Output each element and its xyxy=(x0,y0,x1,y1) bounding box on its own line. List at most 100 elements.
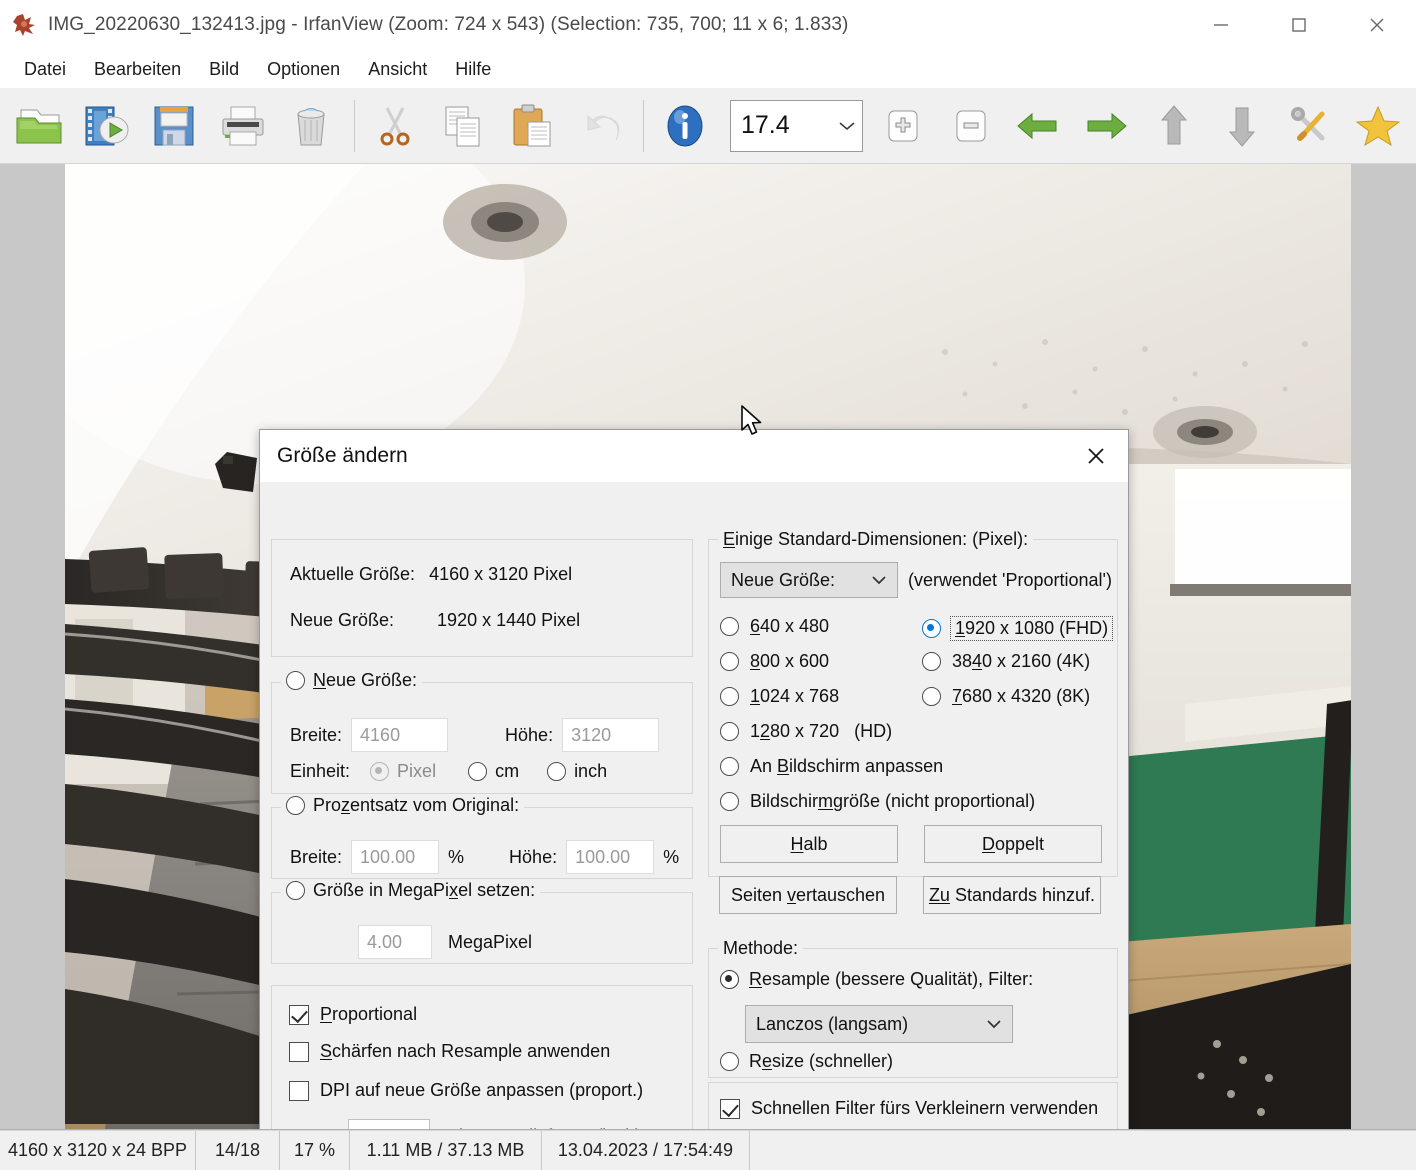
option-1280x720[interactable]: 1280 x 720 (HD) xyxy=(720,721,892,742)
menu-hilfe[interactable]: Hilfe xyxy=(441,55,505,84)
megapixel-input[interactable]: 4.00 xyxy=(358,925,432,959)
zoom-value: 17.4 xyxy=(741,111,790,139)
zoom-out-icon[interactable] xyxy=(937,94,1005,158)
zoom-combo[interactable]: 17.4 xyxy=(730,99,863,152)
chevron-down-icon[interactable] xyxy=(871,575,887,585)
print-icon[interactable] xyxy=(210,94,278,158)
menu-optionen[interactable]: Optionen xyxy=(253,55,354,84)
width-input[interactable]: 4160 xyxy=(351,718,449,752)
chevron-down-icon[interactable] xyxy=(832,120,862,132)
menu-ansicht[interactable]: Ansicht xyxy=(354,55,441,84)
radio-640x480[interactable] xyxy=(720,617,739,636)
proportional-checkbox[interactable] xyxy=(289,1004,309,1025)
option-800x600[interactable]: 800 x 600 xyxy=(720,651,829,672)
image-canvas[interactable]: Größe ändern Aktuelle Größe: 4160 x 3120… xyxy=(0,164,1416,1130)
status-datetime: 13.04.2023 / 17:54:49 xyxy=(542,1131,750,1170)
add-to-standards-button[interactable]: Zu Standards hinzuf. xyxy=(923,876,1101,914)
radio-resize[interactable] xyxy=(720,1052,739,1071)
radio-3840x2160[interactable] xyxy=(922,652,941,671)
megapixel-radio-row[interactable]: Größe in MegaPixel setzen: xyxy=(281,880,541,901)
radio-800x600[interactable] xyxy=(720,652,739,671)
cut-icon[interactable] xyxy=(363,94,431,158)
new-size-value: 1920 x 1440 Pixel xyxy=(437,610,581,630)
standard-dimensions-group: Einige Standard-Dimensionen: (Pixel): Ne… xyxy=(708,529,1118,877)
radio-fit-screen[interactable] xyxy=(720,757,739,776)
filter-combo[interactable]: Lanczos (langsam) xyxy=(745,1005,1013,1043)
option-1920x1080[interactable]: 1920 x 1080 (FHD) xyxy=(922,616,1114,641)
percent-width-label: Breite: xyxy=(290,846,343,867)
favorites-icon[interactable] xyxy=(1345,94,1413,158)
double-button[interactable]: Doppelt xyxy=(924,825,1102,863)
chevron-down-icon[interactable] xyxy=(986,1019,1002,1029)
swap-sides-button[interactable]: Seiten vertauschen xyxy=(719,876,897,914)
option-1024x768[interactable]: 1024 x 768 xyxy=(720,686,839,707)
sharpen-checkbox[interactable] xyxy=(289,1041,309,1062)
percent-width-unit: % xyxy=(448,846,465,867)
zoom-in-icon[interactable] xyxy=(869,94,937,158)
new-size-group: Neue Größe: Breite: 4160 Höhe: 3120 Einh… xyxy=(271,670,693,794)
standard-dimensions-combo[interactable]: Neue Größe: xyxy=(720,562,898,598)
copy-icon[interactable] xyxy=(431,94,499,158)
percent-width-input[interactable]: 100.00 xyxy=(351,840,440,874)
option-resample[interactable]: Resample (bessere Qualität), Filter: xyxy=(720,969,1033,990)
option-resize[interactable]: Resize (schneller) xyxy=(720,1051,893,1072)
label-screen-size: Bildschirmgröße (nicht proportional) xyxy=(750,791,1036,811)
new-size-radio-row[interactable]: Neue Größe: xyxy=(281,670,423,691)
new-size-group-label: Neue Größe: xyxy=(313,670,418,690)
half-button-label: Halb xyxy=(790,833,828,854)
save-icon[interactable] xyxy=(142,94,210,158)
radio-1280x720[interactable] xyxy=(720,722,739,741)
megapixel-radio[interactable] xyxy=(286,881,305,900)
open-folder-icon[interactable] xyxy=(6,94,74,158)
radio-resample[interactable] xyxy=(720,970,739,989)
percent-radio-row[interactable]: Prozentsatz vom Original: xyxy=(281,795,525,816)
next-icon[interactable] xyxy=(1073,94,1141,158)
radio-1024x768[interactable] xyxy=(720,687,739,706)
minimize-button[interactable] xyxy=(1182,0,1260,50)
undo-icon xyxy=(567,94,635,158)
dpi-input[interactable]: 72 xyxy=(348,1119,431,1129)
height-input[interactable]: 3120 xyxy=(562,718,660,752)
option-fit-screen[interactable]: An Bildschirm anpassen xyxy=(720,756,943,777)
new-size-radio[interactable] xyxy=(286,671,305,690)
percent-height-input[interactable]: 100.00 xyxy=(566,840,655,874)
menu-bild[interactable]: Bild xyxy=(195,55,253,84)
menu-datei[interactable]: Datei xyxy=(10,55,80,84)
dpi-adjust-checkbox[interactable] xyxy=(289,1080,309,1101)
previous-icon[interactable] xyxy=(1005,94,1073,158)
menu-bar: Datei Bearbeiten Bild Optionen Ansicht H… xyxy=(0,50,1416,88)
unit-pixel-radio[interactable] xyxy=(370,762,390,781)
radio-screen-size[interactable] xyxy=(720,792,739,811)
fast-filter-checkbox[interactable] xyxy=(720,1098,740,1119)
slideshow-icon[interactable] xyxy=(74,94,142,158)
percent-radio[interactable] xyxy=(286,796,305,815)
menu-bearbeiten[interactable]: Bearbeiten xyxy=(80,55,195,84)
fast-filter-row[interactable]: Schnellen Filter fürs Verkleinern verwen… xyxy=(720,1098,1098,1119)
radio-7680x4320[interactable] xyxy=(922,687,941,706)
info-icon[interactable] xyxy=(652,94,720,158)
standard-dimensions-note: (verwendet 'Proportional') xyxy=(908,569,1112,590)
title-bar: IMG_20220630_132413.jpg - IrfanView (Zoo… xyxy=(0,0,1416,50)
half-button[interactable]: Halb xyxy=(720,825,898,863)
percent-group-label: Prozentsatz vom Original: xyxy=(313,795,520,815)
delete-icon[interactable] xyxy=(278,94,346,158)
unit-inch-label: inch xyxy=(574,761,608,781)
megapixel-unit-label: MegaPixel xyxy=(448,931,533,952)
dpi-label: DPI: xyxy=(289,1126,324,1130)
option-screen-size[interactable]: Bildschirmgröße (nicht proportional) xyxy=(720,791,1035,812)
focus-outline: 1920 x 1080 (FHD) xyxy=(950,616,1114,641)
option-640x480[interactable]: 640 x 480 xyxy=(720,616,829,637)
dialog-close-icon[interactable] xyxy=(1064,430,1128,482)
size-info-group: Aktuelle Größe: 4160 x 3120 Pixel Neue G… xyxy=(271,539,693,657)
status-spacer xyxy=(750,1131,1416,1170)
radio-1920x1080[interactable] xyxy=(922,619,941,638)
unit-cm-radio[interactable] xyxy=(468,762,488,781)
option-3840x2160[interactable]: 3840 x 2160 (4K) xyxy=(922,651,1090,672)
option-7680x4320[interactable]: 7680 x 4320 (8K) xyxy=(922,686,1090,707)
unit-inch-radio[interactable] xyxy=(547,762,567,781)
settings-icon[interactable] xyxy=(1277,94,1345,158)
paste-icon[interactable] xyxy=(499,94,567,158)
status-zoom: 17 % xyxy=(280,1131,350,1170)
maximize-button[interactable] xyxy=(1260,0,1338,50)
close-button[interactable] xyxy=(1338,0,1416,50)
